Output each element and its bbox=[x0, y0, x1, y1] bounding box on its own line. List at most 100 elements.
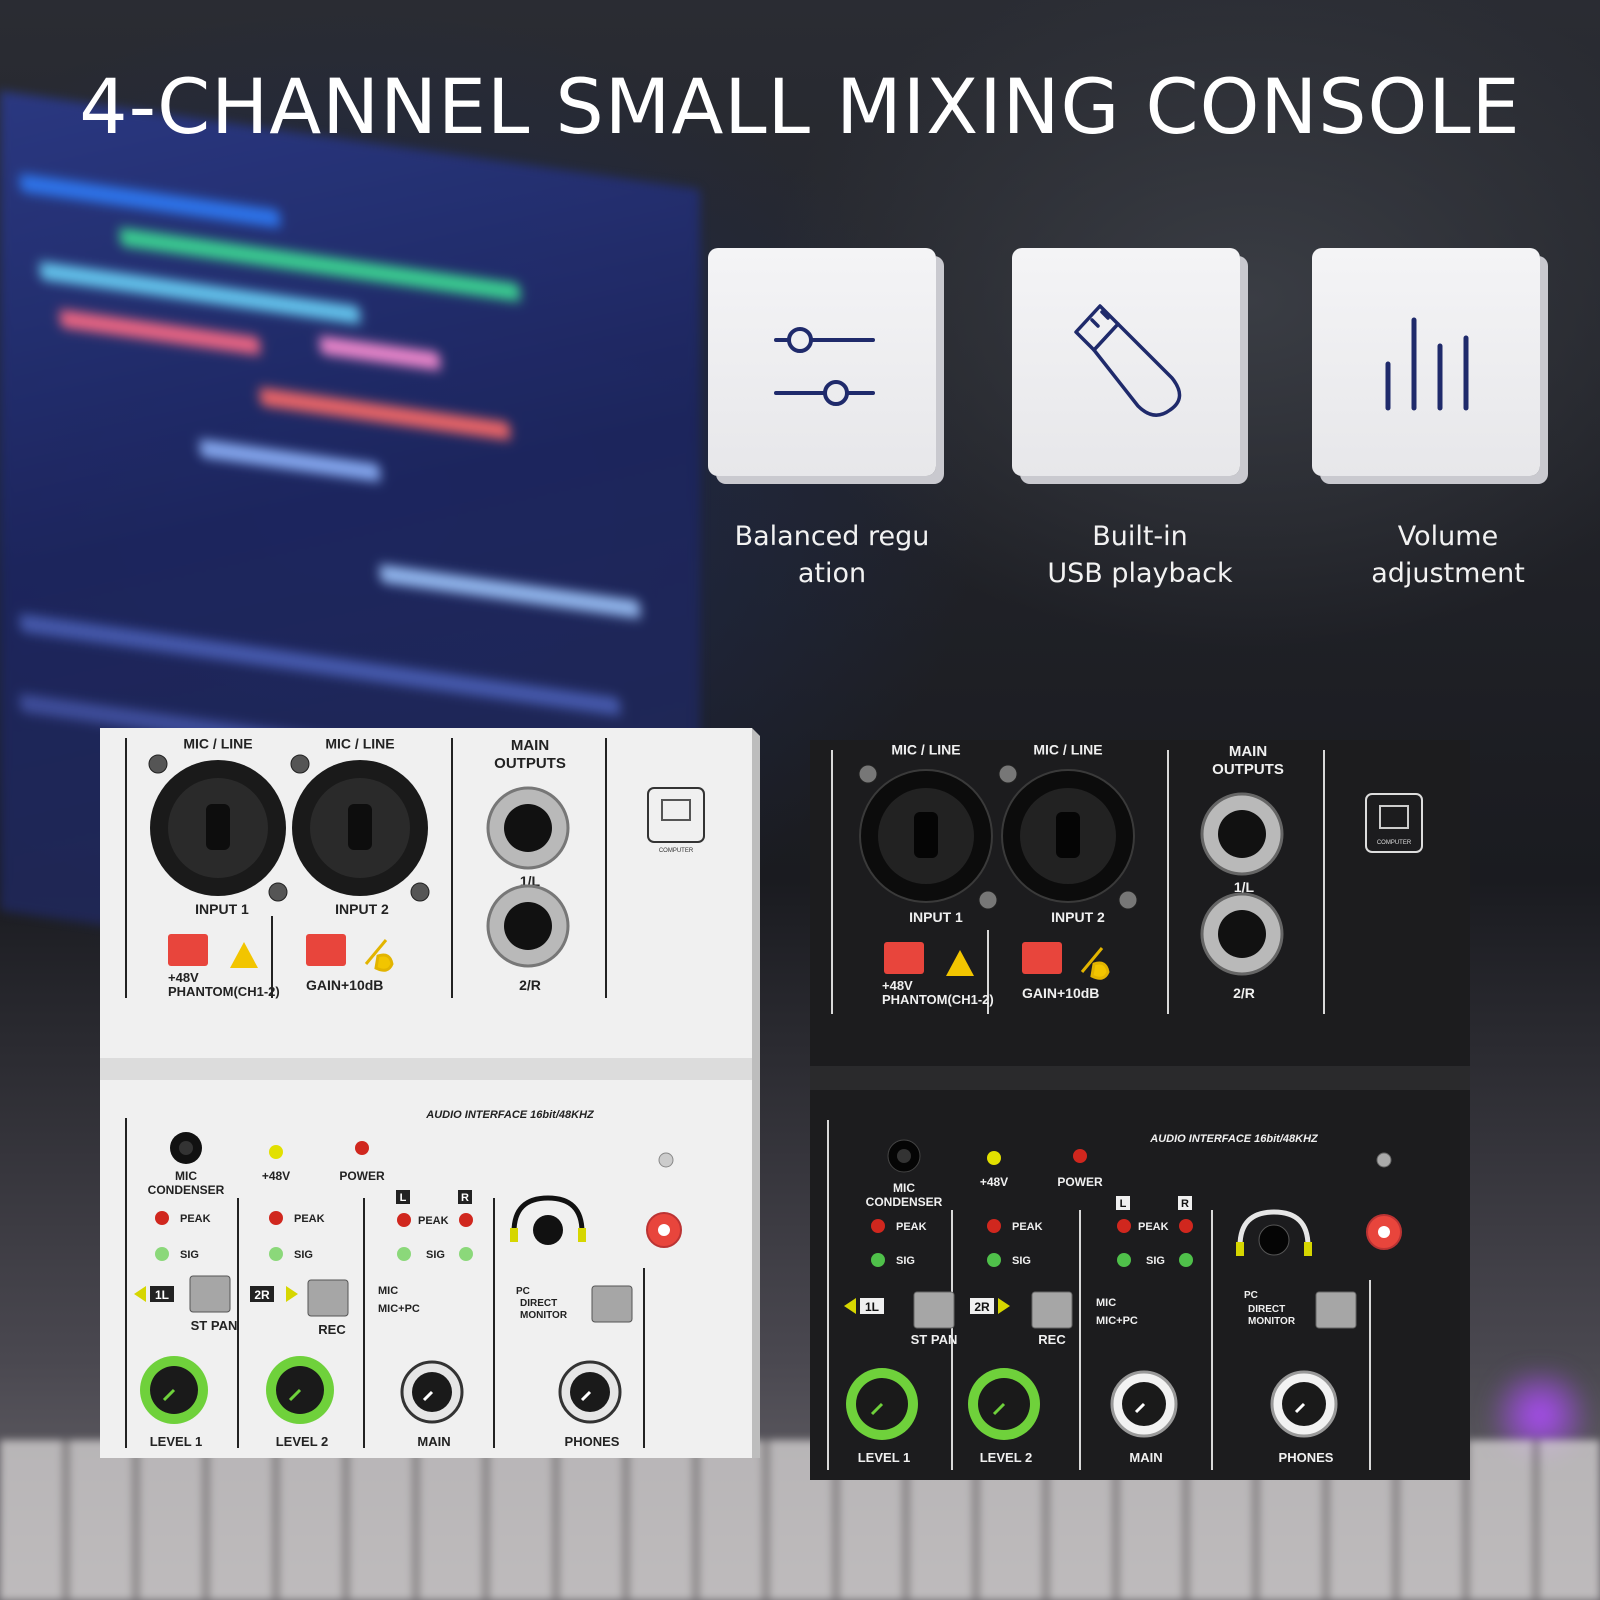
computer-label: COMPUTER bbox=[659, 848, 694, 854]
peak-led-1 bbox=[871, 1219, 885, 1233]
phones-label: PHONES bbox=[1279, 1450, 1334, 1465]
level1-knob[interactable] bbox=[846, 1368, 918, 1440]
feature-card-volume bbox=[1312, 248, 1540, 476]
feature-card-usb bbox=[1012, 248, 1240, 476]
led-48v-label: +48V bbox=[262, 1169, 290, 1183]
mic-line-label-1: MIC / LINE bbox=[183, 735, 252, 751]
badge-2r-label: 2R bbox=[974, 1300, 990, 1314]
sig-label-3: SIG bbox=[426, 1249, 445, 1261]
mic-pc-label: MIC+PC bbox=[378, 1303, 420, 1315]
level1-label: LEVEL 1 bbox=[858, 1450, 911, 1465]
daw-track-clip bbox=[20, 173, 280, 229]
mic-condenser-label-2: CONDENSER bbox=[148, 1183, 225, 1197]
indicator-led bbox=[1376, 1152, 1392, 1168]
sig-label-3: SIG bbox=[1146, 1255, 1165, 1267]
rec-button[interactable] bbox=[1031, 1291, 1073, 1329]
sig-led-2 bbox=[987, 1253, 1001, 1267]
mic-line-label-1: MIC / LINE bbox=[891, 741, 960, 757]
main-outputs-label-2: OUTPUTS bbox=[494, 755, 566, 772]
mic-condenser-label-2: CONDENSER bbox=[866, 1195, 943, 1209]
badge-2r-label: 2R bbox=[254, 1288, 270, 1302]
peak-led-l bbox=[397, 1213, 411, 1227]
gain-label: GAIN+10dB bbox=[1022, 985, 1099, 1001]
badge-1l-label: 1L bbox=[155, 1288, 169, 1302]
input2-label: INPUT 2 bbox=[1051, 909, 1105, 925]
sig-led-2 bbox=[269, 1247, 283, 1261]
gain-button[interactable] bbox=[1022, 942, 1062, 974]
peak-led-l bbox=[1117, 1219, 1131, 1233]
mixer-side bbox=[752, 728, 760, 1458]
st-pan-label: ST PAN bbox=[911, 1332, 958, 1347]
output-2r-jack[interactable] bbox=[1200, 892, 1284, 976]
rec-button[interactable] bbox=[307, 1279, 349, 1317]
sig-led-l bbox=[1117, 1253, 1131, 1267]
direct-monitor-button[interactable] bbox=[1315, 1291, 1357, 1329]
phantom-label-2: PHANTOM(CH1-2) bbox=[168, 984, 280, 999]
sig-led-1 bbox=[155, 1247, 169, 1261]
computer-label: COMPUTER bbox=[1377, 840, 1412, 846]
feature-line: Balanced regu bbox=[734, 521, 930, 552]
phantom-led bbox=[987, 1151, 1001, 1165]
main-label: MAIN bbox=[417, 1434, 450, 1449]
phones-knob[interactable] bbox=[1270, 1370, 1338, 1438]
output-2r-jack[interactable] bbox=[486, 884, 570, 968]
main-knob[interactable] bbox=[1110, 1370, 1178, 1438]
direct-label-2: MONITOR bbox=[1248, 1316, 1296, 1327]
gain-button[interactable] bbox=[306, 934, 346, 966]
headline-title: 4-CHANNEL SMALL MIXING CONSOLE bbox=[79, 62, 1521, 151]
main-outputs-label-1: MAIN bbox=[1229, 743, 1267, 760]
mic-line-label-2: MIC / LINE bbox=[325, 735, 394, 751]
mic-line-label-2: MIC / LINE bbox=[1033, 741, 1102, 757]
r-label: R bbox=[461, 1192, 469, 1204]
level2-label: LEVEL 2 bbox=[276, 1434, 329, 1449]
daw-track-clip bbox=[320, 335, 440, 371]
pc-label: PC bbox=[1244, 1290, 1258, 1301]
daw-track-clip bbox=[380, 564, 640, 619]
r-label: R bbox=[1181, 1198, 1189, 1210]
sig-label-2: SIG bbox=[1012, 1255, 1031, 1267]
output-1l-jack[interactable] bbox=[486, 786, 570, 870]
input1-label: INPUT 1 bbox=[195, 901, 249, 917]
phantom-power-button[interactable] bbox=[884, 942, 924, 974]
gain-label: GAIN+10dB bbox=[306, 977, 383, 993]
level1-label: LEVEL 1 bbox=[150, 1434, 203, 1449]
output-2r-label: 2/R bbox=[1233, 985, 1255, 1001]
peak-label-3: PEAK bbox=[1138, 1221, 1169, 1233]
peak-led-r bbox=[1179, 1219, 1193, 1233]
main-knob[interactable] bbox=[400, 1360, 464, 1424]
mixer-bend bbox=[100, 1058, 752, 1080]
feature-label-balanced: Balanced regu ation bbox=[682, 518, 982, 592]
mixer-bend bbox=[810, 1066, 1470, 1090]
power-led bbox=[355, 1141, 369, 1155]
power-led bbox=[1073, 1149, 1087, 1163]
mic-label: MIC bbox=[378, 1285, 398, 1297]
phones-knob[interactable] bbox=[558, 1360, 622, 1424]
phantom-power-button[interactable] bbox=[168, 934, 208, 966]
mic-condenser-label-1: MIC bbox=[893, 1181, 915, 1195]
sig-led-l bbox=[397, 1247, 411, 1261]
st-pan-button[interactable] bbox=[913, 1291, 955, 1329]
phantom-label-2: PHANTOM(CH1-2) bbox=[882, 992, 994, 1007]
feature-line: USB playback bbox=[1047, 558, 1233, 589]
level1-knob[interactable] bbox=[140, 1356, 208, 1424]
direct-monitor-button[interactable] bbox=[591, 1285, 633, 1323]
power-button-center bbox=[658, 1224, 670, 1236]
black-mixer: MIC / LINE MIC / LINE INPUT 1 INPUT 2 +4… bbox=[810, 740, 1474, 1480]
sig-led-r bbox=[459, 1247, 473, 1261]
sig-led-r bbox=[1179, 1253, 1193, 1267]
usb-drive-icon bbox=[1074, 304, 1182, 417]
direct-label-2: MONITOR bbox=[520, 1310, 568, 1321]
daw-mixer-strip bbox=[20, 613, 620, 716]
volume-bars-icon bbox=[1385, 317, 1469, 411]
level2-knob[interactable] bbox=[266, 1356, 334, 1424]
st-pan-button[interactable] bbox=[189, 1275, 231, 1313]
mic-condenser-label-1: MIC bbox=[175, 1169, 197, 1183]
output-1l-jack[interactable] bbox=[1200, 792, 1284, 876]
level2-knob[interactable] bbox=[968, 1368, 1040, 1440]
main-outputs-label-2: OUTPUTS bbox=[1212, 761, 1284, 778]
mic-label: MIC bbox=[1096, 1297, 1116, 1309]
feature-line: adjustment bbox=[1371, 558, 1525, 589]
peak-led-2 bbox=[269, 1211, 283, 1225]
pc-label: PC bbox=[516, 1286, 530, 1297]
sig-led-1 bbox=[871, 1253, 885, 1267]
